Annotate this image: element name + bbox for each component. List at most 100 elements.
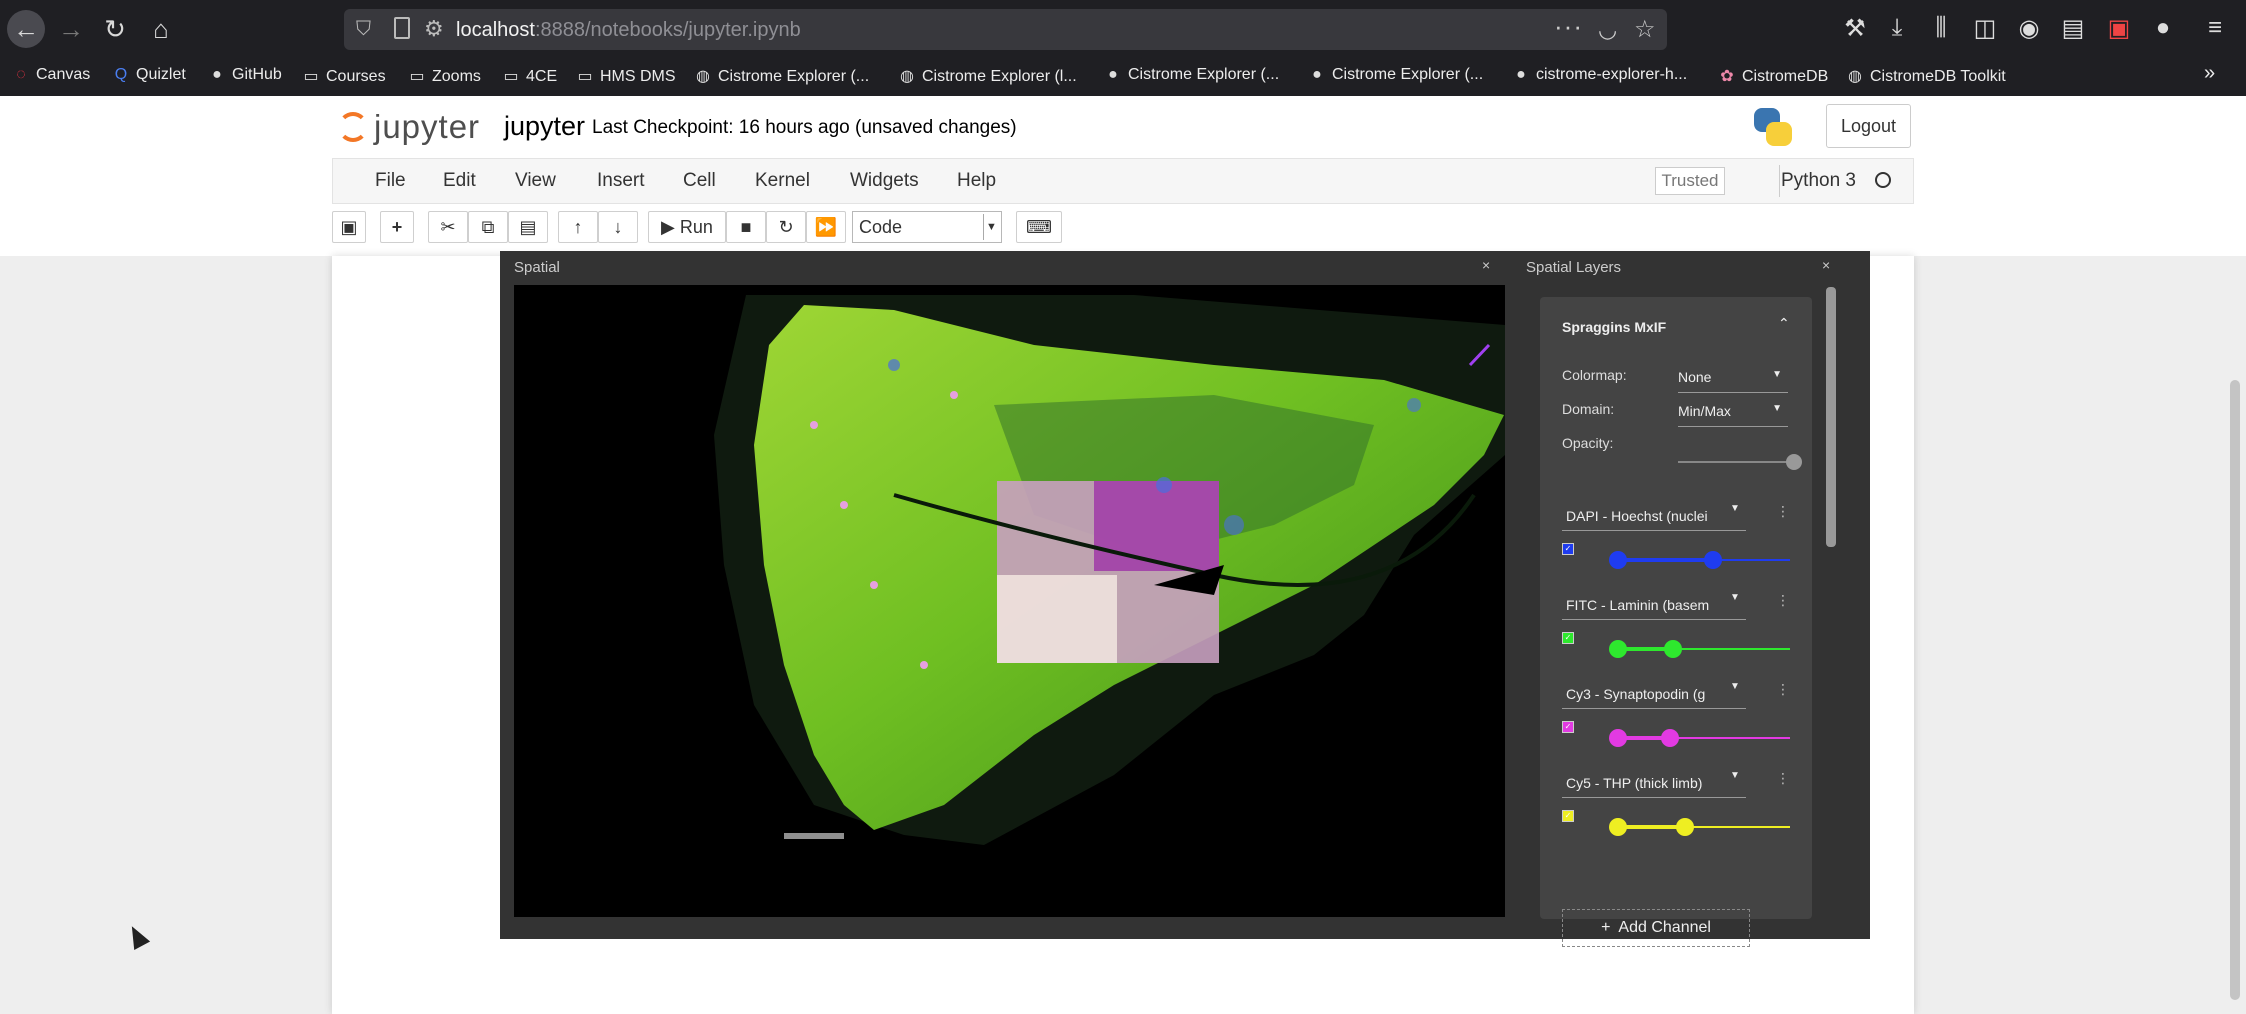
range-min-knob[interactable] xyxy=(1609,729,1627,747)
restart-run-all-button[interactable]: ⏩ xyxy=(806,211,846,243)
shield-icon[interactable]: ⛉ xyxy=(356,18,371,41)
cut-button[interactable]: ✂ xyxy=(428,211,468,243)
range-min-knob[interactable] xyxy=(1609,640,1627,658)
move-down-button[interactable]: ↓ xyxy=(598,211,638,243)
permissions-icon[interactable]: ⚙ xyxy=(424,16,444,42)
bookmark-courses[interactable]: ▭ Courses xyxy=(302,66,385,86)
logout-button[interactable]: Logout xyxy=(1826,104,1911,148)
channel-range-slider[interactable] xyxy=(1609,551,1790,569)
colormap-select[interactable]: None ▼ xyxy=(1678,369,1788,393)
caret-down-icon[interactable]: ▼ xyxy=(1730,770,1740,781)
opacity-slider-knob[interactable] xyxy=(1786,454,1802,470)
extension-icon[interactable]: ▣ xyxy=(2104,14,2134,43)
caret-down-icon[interactable]: ▼ xyxy=(1730,681,1740,692)
notebook-name[interactable]: jupyter xyxy=(504,111,585,142)
channel-visibility-checkbox[interactable]: ✓ xyxy=(1562,810,1574,822)
bookmark-cistrome-2[interactable]: ◍ Cistrome Explorer (l... xyxy=(898,66,1077,86)
bookmark-cistrome-3[interactable]: ● Cistrome Explorer (... xyxy=(1104,66,1279,84)
menu-file[interactable]: File xyxy=(375,170,406,192)
url-text[interactable]: localhost:8888/notebooks/jupyter.ipynb xyxy=(456,19,801,42)
bookmark-cistrome-1[interactable]: ◍ Cistrome Explorer (... xyxy=(694,66,869,86)
page-scrollbar[interactable] xyxy=(2230,380,2240,1000)
github-extension-icon[interactable]: ● xyxy=(2148,14,2178,42)
menu-insert[interactable]: Insert xyxy=(597,170,645,192)
kernel-name[interactable]: Python 3 xyxy=(1781,170,1856,192)
document-icon[interactable]: ▤ xyxy=(2058,14,2088,43)
channel-range-slider[interactable] xyxy=(1609,818,1790,836)
bookmark-4ce[interactable]: ▭ 4CE xyxy=(502,66,557,86)
move-up-button[interactable]: ↑ xyxy=(558,211,598,243)
more-options-icon[interactable]: ⋮ xyxy=(1776,681,1790,698)
caret-down-icon[interactable]: ▼ xyxy=(1730,503,1740,514)
bookmark-github[interactable]: ● GitHub xyxy=(208,66,282,84)
url-bar[interactable]: ⛉ ⚙ localhost:8888/notebooks/jupyter.ipy… xyxy=(344,9,1667,50)
paste-button[interactable]: ▤ xyxy=(508,211,548,243)
bookmark-zooms[interactable]: ▭ Zooms xyxy=(408,66,480,86)
download-icon[interactable]: ⤓ xyxy=(1882,14,1912,42)
layers-scrollbar[interactable] xyxy=(1826,287,1836,547)
caret-down-icon[interactable]: ▼ xyxy=(1730,592,1740,603)
range-max-knob[interactable] xyxy=(1703,551,1722,569)
opacity-slider[interactable] xyxy=(1678,454,1802,470)
range-max-knob[interactable] xyxy=(1664,640,1683,658)
channel-select[interactable]: Cy5 - THP (thick limb) xyxy=(1562,772,1746,798)
channel-select[interactable]: DAPI - Hoechst (nuclei xyxy=(1562,505,1746,531)
more-options-icon[interactable]: ⋮ xyxy=(1776,770,1790,787)
library-icon[interactable]: ⫼ xyxy=(1926,14,1956,42)
add-channel-button[interactable]: + Add Channel xyxy=(1562,909,1750,947)
channel-visibility-checkbox[interactable]: ✓ xyxy=(1562,632,1574,644)
channel-range-slider[interactable] xyxy=(1609,729,1790,747)
cell-type-select[interactable]: Code ▼ xyxy=(852,211,1002,243)
account-icon[interactable]: ◉ xyxy=(2014,14,2044,43)
channel-select[interactable]: FITC - Laminin (basem xyxy=(1562,594,1746,620)
channel-select[interactable]: Cy3 - Synaptopodin (g xyxy=(1562,683,1746,709)
bookmark-hms-dms[interactable]: ▭ HMS DMS xyxy=(576,66,675,86)
more-options-icon[interactable]: ⋮ xyxy=(1776,592,1790,609)
spatial-close-icon[interactable]: × xyxy=(1482,257,1490,273)
page-actions-icon[interactable]: ··· xyxy=(1554,11,1583,42)
domain-select[interactable]: Min/Max ▼ xyxy=(1678,403,1788,427)
bookmark-cistromedb[interactable]: ✿ CistromeDB xyxy=(1718,66,1828,86)
insert-cell-button[interactable]: + xyxy=(380,211,414,243)
menu-help[interactable]: Help xyxy=(957,170,996,192)
save-button[interactable]: ▣ xyxy=(332,211,366,243)
sidebar-icon[interactable]: ◫ xyxy=(1970,14,2000,43)
pocket-icon[interactable]: ◡ xyxy=(1598,17,1617,43)
bookmark-canvas[interactable]: ◌ Canvas xyxy=(12,66,90,84)
range-min-knob[interactable] xyxy=(1609,818,1627,836)
restart-button[interactable]: ↻ xyxy=(766,211,806,243)
channel-visibility-checkbox[interactable]: ✓ xyxy=(1562,721,1574,733)
back-arrow-icon[interactable]: ← xyxy=(7,10,45,48)
channel-visibility-checkbox[interactable]: ✓ xyxy=(1562,543,1574,555)
run-button[interactable]: ▶ Run xyxy=(648,211,726,243)
chevron-up-icon[interactable]: ⌃ xyxy=(1778,315,1790,332)
more-options-icon[interactable]: ⋮ xyxy=(1776,503,1790,520)
copy-button[interactable]: ⧉ xyxy=(468,211,508,243)
menu-kernel[interactable]: Kernel xyxy=(755,170,810,192)
trusted-indicator[interactable]: Trusted xyxy=(1655,167,1725,195)
reload-icon[interactable]: ↻ xyxy=(96,10,134,48)
menu-cell[interactable]: Cell xyxy=(683,170,716,192)
bookmark-quizlet[interactable]: Q Quizlet xyxy=(112,66,186,84)
jupyter-logo[interactable]: jupyter xyxy=(338,108,486,145)
menu-edit[interactable]: Edit xyxy=(443,170,476,192)
bookmark-cistromedb-toolkit[interactable]: ◍ CistromeDB Toolkit xyxy=(1846,66,2006,86)
menu-widgets[interactable]: Widgets xyxy=(850,170,919,192)
bookmark-cistrome-4[interactable]: ● Cistrome Explorer (... xyxy=(1308,66,1483,84)
menu-icon[interactable]: ≡ xyxy=(2200,14,2230,42)
interrupt-button[interactable]: ■ xyxy=(726,211,766,243)
wrench-icon[interactable]: ⚒ xyxy=(1840,14,1870,43)
command-palette-button[interactable]: ⌨ xyxy=(1016,211,1062,243)
channel-range-slider[interactable] xyxy=(1609,640,1790,658)
forward-arrow-icon[interactable]: → xyxy=(52,10,90,48)
range-min-knob[interactable] xyxy=(1609,551,1627,569)
more-bookmarks-icon[interactable]: » xyxy=(2204,62,2215,85)
range-max-knob[interactable] xyxy=(1660,729,1679,747)
range-max-knob[interactable] xyxy=(1676,818,1695,836)
spatial-viewer[interactable] xyxy=(514,285,1505,917)
bookmark-cistrome-explorer-h[interactable]: ● cistrome-explorer-h... xyxy=(1512,66,1687,84)
page-info-icon[interactable] xyxy=(394,17,410,39)
home-icon[interactable]: ⌂ xyxy=(142,10,180,48)
menu-view[interactable]: View xyxy=(515,170,556,192)
bookmark-star-icon[interactable]: ☆ xyxy=(1634,15,1656,44)
